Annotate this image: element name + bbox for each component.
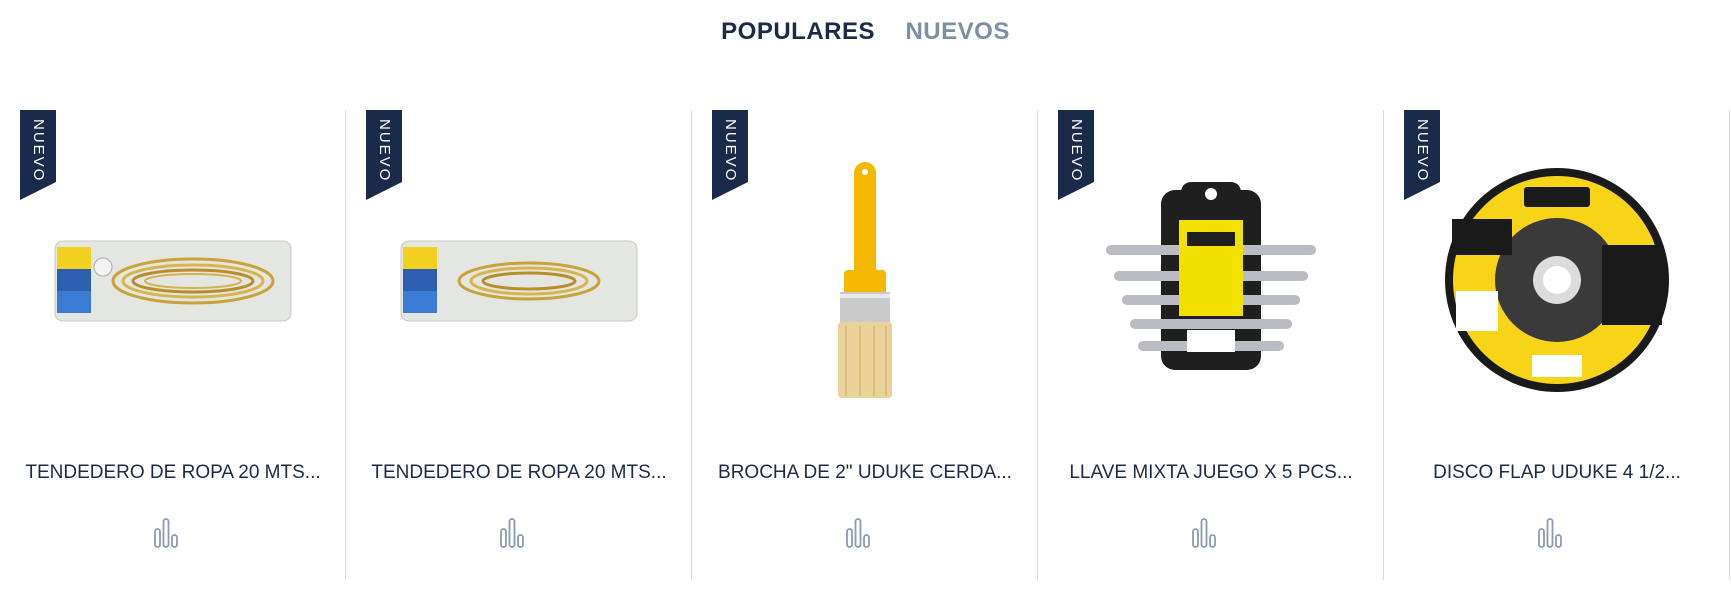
product-tabs: POPULARES NUEVOS: [0, 18, 1731, 46]
product-card[interactable]: NUEVO LLAVE MIXTA JUEGO X 5 PCS...: [1038, 110, 1384, 580]
compare-chart-icon[interactable]: [151, 515, 181, 549]
card-divider: [1729, 110, 1730, 580]
product-image[interactable]: [20, 130, 326, 430]
product-card[interactable]: NUEVO TENDEDERO DE ROPA 20 MTS...: [346, 110, 692, 580]
product-image[interactable]: [712, 130, 1018, 430]
compare-chart-icon[interactable]: [497, 515, 527, 549]
product-card[interactable]: NUEVO DISCO FLAP UDUKE 4 1/2...: [1384, 110, 1730, 580]
product-image[interactable]: [1404, 130, 1710, 430]
product-grid: NUEVO TENDEDERO DE ROPA 20 MTS... NUEVO …: [0, 110, 1731, 580]
compare-chart-icon[interactable]: [1535, 515, 1565, 549]
product-card[interactable]: NUEVO BROCHA DE 2" UDUKE CERDA...: [692, 110, 1038, 580]
product-title[interactable]: TENDEDERO DE ROPA 20 MTS...: [10, 462, 336, 484]
product-image[interactable]: [1058, 130, 1364, 430]
product-title[interactable]: LLAVE MIXTA JUEGO X 5 PCS...: [1048, 462, 1374, 484]
tab-nuevos[interactable]: NUEVOS: [905, 18, 1009, 46]
product-title[interactable]: BROCHA DE 2" UDUKE CERDA...: [702, 462, 1028, 484]
compare-chart-icon[interactable]: [843, 515, 873, 549]
product-image[interactable]: [366, 130, 672, 430]
compare-chart-icon[interactable]: [1189, 515, 1219, 549]
product-title[interactable]: DISCO FLAP UDUKE 4 1/2...: [1394, 462, 1720, 484]
product-title[interactable]: TENDEDERO DE ROPA 20 MTS...: [356, 462, 682, 484]
product-card[interactable]: NUEVO TENDEDERO DE ROPA 20 MTS...: [0, 110, 346, 580]
tab-populares[interactable]: POPULARES: [721, 18, 875, 46]
